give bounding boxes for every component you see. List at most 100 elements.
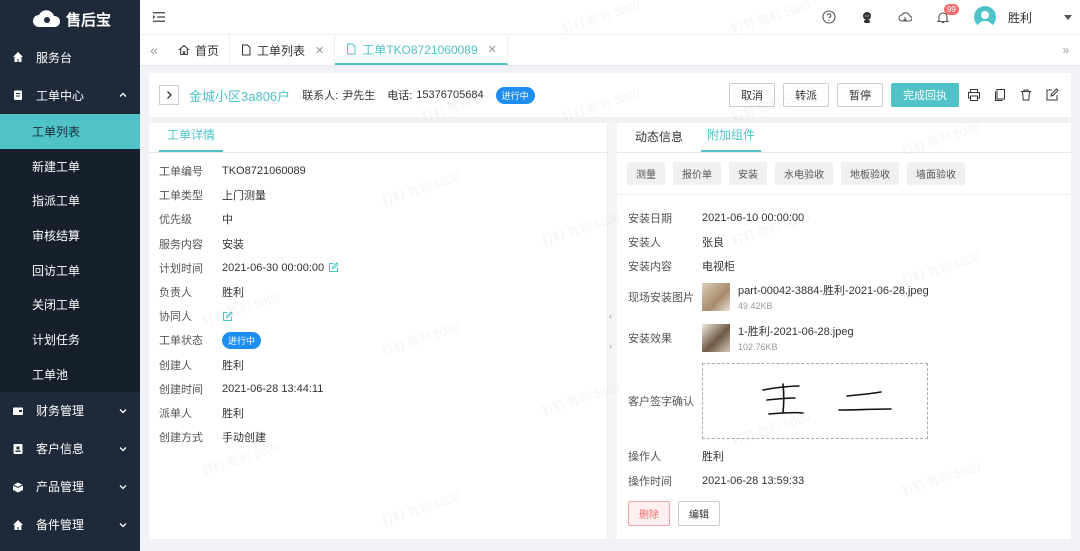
attachment-tabs: 动态信息 附加组件 <box>617 123 1071 153</box>
transfer-button[interactable]: 转派 <box>783 83 829 107</box>
field-label: 客户签字确认 <box>628 396 694 408</box>
field-label: 负责人 <box>159 287 192 300</box>
operator-row: 操作人 胜利 <box>628 448 724 464</box>
sidebar-group-service-desk[interactable]: 服务台 <box>0 38 140 76</box>
box-icon <box>12 481 24 493</box>
sidebar-group-spare-parts[interactable]: 备件管理 <box>0 506 140 544</box>
sidebar-item-workorder-list[interactable]: 工单列表 <box>0 114 140 149</box>
tab-addons[interactable]: 附加组件 <box>701 126 762 152</box>
chip-quote[interactable]: 报价单 <box>673 162 721 185</box>
chevron-down-icon <box>119 446 127 451</box>
sidebar-item-audit-settlement[interactable]: 审核结算 <box>0 218 140 253</box>
sidebar-item-workorder-pool[interactable]: 工单池 <box>0 357 140 392</box>
clipboard-icon <box>12 89 24 101</box>
avatar[interactable] <box>973 6 996 28</box>
delete-button[interactable]: 删除 <box>628 501 670 526</box>
chip-plumbing-check[interactable]: 水电验收 <box>775 162 833 185</box>
field-value: 中 <box>222 214 233 227</box>
contact-label: 联系人: <box>302 90 339 102</box>
field-value: 手动创建 <box>222 432 266 445</box>
close-icon[interactable]: ✕ <box>488 43 497 56</box>
trash-icon[interactable] <box>1019 88 1033 102</box>
cloud-icon[interactable] <box>898 10 912 24</box>
field-value: 胜利 <box>222 359 244 372</box>
field-value: TKO8721060089 <box>222 165 306 178</box>
menu-fold-icon[interactable] <box>152 10 166 24</box>
status-badge: 进行中 <box>495 86 535 104</box>
sidebar-item-assign-workorder[interactable]: 指派工单 <box>0 183 140 218</box>
file-name[interactable]: 1-胜利-2021-06-28.jpeg <box>738 323 854 339</box>
file-size: 102.76KB <box>738 342 778 352</box>
file-name[interactable]: part-00042-3884-胜利-2021-06-28.jpeg <box>738 282 929 298</box>
cancel-button[interactable]: 取消 <box>729 83 775 107</box>
field-label: 派单人 <box>159 407 192 420</box>
tab-workorder-list[interactable]: 工单列表 ✕ <box>230 35 336 65</box>
user-name[interactable]: 胜利 <box>1008 9 1032 26</box>
complete-receipt-button[interactable]: 完成回执 <box>891 83 959 107</box>
tabs-scroll-left-icon[interactable]: « <box>140 35 168 65</box>
person-icon[interactable] <box>860 10 874 24</box>
field-label: 优先级 <box>159 214 192 227</box>
chip-measure[interactable]: 测量 <box>627 162 665 185</box>
field-value: 进行中 <box>222 331 262 349</box>
chevron-right-icon[interactable]: › <box>609 341 612 351</box>
close-icon[interactable]: ✕ <box>315 44 324 57</box>
chevron-right-icon <box>167 91 172 99</box>
field-label: 操作时间 <box>628 476 672 488</box>
file-info: 1-胜利-2021-06-28.jpeg 102.76KB <box>738 323 854 352</box>
chip-install[interactable]: 安装 <box>729 162 767 185</box>
phone-value: 15376705684 <box>416 89 484 101</box>
field-label: 创建人 <box>159 359 192 372</box>
sidebar-group-workorder[interactable]: 工单中心 <box>0 76 140 114</box>
expand-button[interactable] <box>159 85 179 105</box>
sidebar-group-customer[interactable]: 客户信息 <box>0 430 140 468</box>
detail-row: 创建时间 2021-06-28 13:44:11 <box>149 377 607 401</box>
customer-address-link[interactable]: 金城小区3a806户 <box>189 86 290 105</box>
signature-image <box>762 383 892 415</box>
app-logo[interactable]: 售后宝 <box>0 0 140 38</box>
tab-activity[interactable]: 动态信息 <box>629 128 689 152</box>
tab-workorder-detail-info[interactable]: 工单详情 <box>159 126 224 152</box>
chevron-down-icon <box>119 484 127 489</box>
sidebar-group-label: 产品管理 <box>36 480 85 494</box>
field-label: 安装内容 <box>628 261 672 273</box>
edit-button[interactable]: 编辑 <box>678 501 720 526</box>
sidebar-group-finance[interactable]: 财务管理 <box>0 392 140 430</box>
bell-icon[interactable]: 99 <box>936 4 959 24</box>
caret-down-icon[interactable] <box>1064 13 1072 21</box>
sidebar-item-revisit-workorder[interactable]: 回访工单 <box>0 253 140 288</box>
pause-button[interactable]: 暂停 <box>837 83 883 107</box>
file-icon <box>242 44 251 56</box>
photo-thumbnail[interactable] <box>702 282 730 311</box>
photo-thumbnail[interactable] <box>702 323 730 352</box>
print-icon[interactable] <box>967 88 981 102</box>
detail-tabs: 工单详情 <box>149 123 607 153</box>
help-icon[interactable] <box>822 10 836 24</box>
chevron-left-icon[interactable]: ‹ <box>609 311 612 321</box>
phone-label: 电话: <box>387 90 413 102</box>
chip-floor-check[interactable]: 地板验收 <box>841 162 899 185</box>
file-info: part-00042-3884-胜利-2021-06-28.jpeg 49.42… <box>738 282 929 311</box>
sidebar-group-product[interactable]: 产品管理 <box>0 468 140 506</box>
tab-home[interactable]: 首页 <box>168 35 231 65</box>
tab-label: 工单列表 <box>257 43 306 58</box>
field-label: 安装人 <box>628 237 661 249</box>
sidebar-item-planned-tasks[interactable]: 计划任务 <box>0 322 140 357</box>
tab-workorder-detail[interactable]: 工单TKO8721060089 ✕ <box>335 35 508 65</box>
app-name: 售后宝 <box>66 11 112 29</box>
edit-icon[interactable] <box>328 262 339 273</box>
edit-icon[interactable] <box>222 310 233 322</box>
sidebar-item-new-workorder[interactable]: 新建工单 <box>0 149 140 184</box>
sidebar: 售后宝 服务台 工单中心 工单列表 新建工单 指派工单 审核结算 回访工单 关闭… <box>0 0 140 551</box>
chip-wall-check[interactable]: 墙面验收 <box>907 162 965 185</box>
panel-splitter[interactable]: ‹ › <box>607 123 617 539</box>
field-value: 胜利 <box>702 451 724 463</box>
tabs-scroll-right-icon[interactable]: » <box>1052 35 1080 65</box>
copy-icon[interactable] <box>993 88 1007 102</box>
sidebar-item-closed-workorder[interactable]: 关闭工单 <box>0 287 140 322</box>
edit-icon[interactable] <box>1045 88 1059 102</box>
detail-row: 派单人 胜利 <box>149 401 607 425</box>
field-value: 安装 <box>222 238 244 251</box>
field-label: 协同人 <box>159 311 192 324</box>
field-label: 服务内容 <box>159 238 203 251</box>
